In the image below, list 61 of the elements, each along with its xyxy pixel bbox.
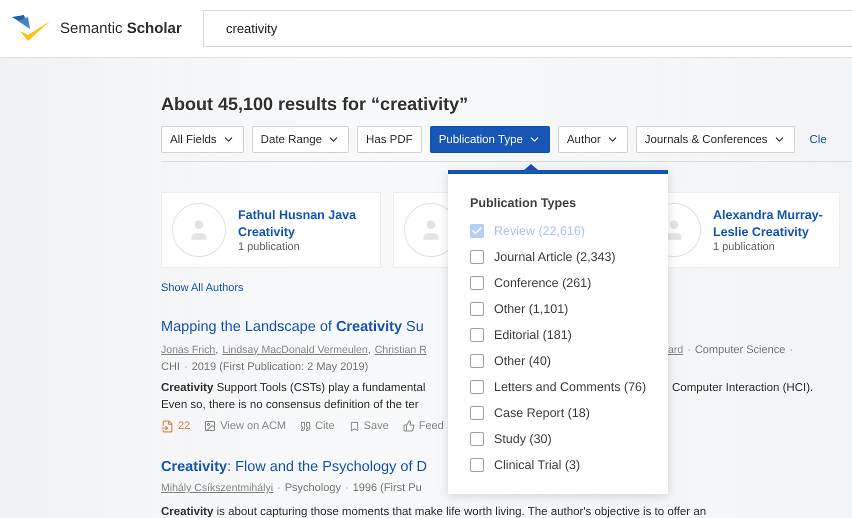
filter-button[interactable]: All Fields <box>161 126 244 153</box>
checkbox[interactable] <box>470 250 484 264</box>
checkbox[interactable] <box>470 380 484 394</box>
checkbox[interactable] <box>470 406 484 420</box>
bookmark-icon <box>348 420 360 432</box>
filter-button[interactable]: Author <box>558 126 628 153</box>
option-label[interactable]: Journal Article (2,343) <box>494 250 616 264</box>
checkbox[interactable] <box>470 458 484 472</box>
author-card[interactable]: Fathul Husnan Java Creativity 1 publication <box>161 192 381 268</box>
field-of-study: Psychology <box>284 482 341 494</box>
thumbs-up-icon <box>402 420 415 432</box>
show-all-authors-link[interactable]: Show All Authors <box>161 282 244 294</box>
quote-icon <box>300 420 312 432</box>
publication-count: 1 publication <box>713 241 776 253</box>
clear-link[interactable]: Cle <box>810 134 827 146</box>
option-label[interactable]: Other (40) <box>494 354 551 368</box>
separator-dot: · <box>277 482 281 494</box>
publication-date: 1996 (First Pu <box>352 482 422 494</box>
author-link[interactable]: ard <box>668 344 684 356</box>
result-title[interactable]: Creativity: Flow and the Psychology of D <box>161 459 427 475</box>
venue: CHI <box>161 360 180 372</box>
option-label[interactable]: Clinical Trial (3) <box>494 458 580 472</box>
abstract-text: Creativity is about capturing those moments that make life worth living. The author's objective is to offer an <box>161 506 706 518</box>
search-field[interactable]: creativity <box>203 10 852 47</box>
filter-button[interactable]: Journals & Conferences <box>636 126 794 153</box>
result-title[interactable]: Mapping the Landscape of Creativity Su <box>161 319 424 335</box>
separator-dot: · <box>687 344 691 356</box>
option-label[interactable]: Case Report (18) <box>494 406 590 420</box>
author-name[interactable]: Alexandra Murray-Leslie Creativity <box>713 207 833 241</box>
separator-dot: · <box>344 482 349 494</box>
option-label[interactable]: Study (30) <box>494 432 552 446</box>
checkbox[interactable] <box>470 224 484 238</box>
filter-button[interactable]: Publication Type <box>430 126 550 153</box>
publication-date: 2019 (First Publication: 2 May 2019) <box>192 360 368 372</box>
publication-count: 1 publication <box>238 241 301 253</box>
dropdown-title: Publication Types <box>470 196 578 210</box>
abstract-text: Creativity Support Tools (CSTs) play a fundamental <box>161 382 426 394</box>
filter-button[interactable]: Has PDF <box>357 126 422 153</box>
comma: , <box>215 344 218 356</box>
author-name[interactable]: Fathul Husnan Java Creativity <box>238 207 358 241</box>
abstract-text: Even so, there is no consensus definition of the ter <box>161 398 419 410</box>
comma: , <box>368 344 371 356</box>
abstract-text: Computer Interaction (HCI). <box>672 382 814 394</box>
logo-text: Semantic Scholar <box>60 20 182 37</box>
option-label[interactable]: Letters and Comments (76) <box>494 380 646 394</box>
citation-icon <box>161 420 174 432</box>
results-heading: About 45,100 results for “creativity” <box>161 94 470 115</box>
checkbox[interactable] <box>470 302 484 316</box>
checkbox[interactable] <box>470 432 484 446</box>
avatar-icon <box>172 203 226 257</box>
option-label[interactable]: Conference (261) <box>494 276 592 290</box>
checkbox[interactable] <box>470 328 484 342</box>
separator-dot: · <box>789 344 794 356</box>
image-icon <box>204 420 216 432</box>
checkbox[interactable] <box>470 276 484 290</box>
option-label[interactable]: Editorial (181) <box>494 328 572 342</box>
filter-button[interactable]: Date Range <box>252 126 350 153</box>
checkbox[interactable] <box>470 354 484 368</box>
separator-dot: · <box>184 360 188 372</box>
field-of-study: Computer Science <box>694 344 786 356</box>
option-label[interactable]: Other (1,101) <box>494 302 568 316</box>
